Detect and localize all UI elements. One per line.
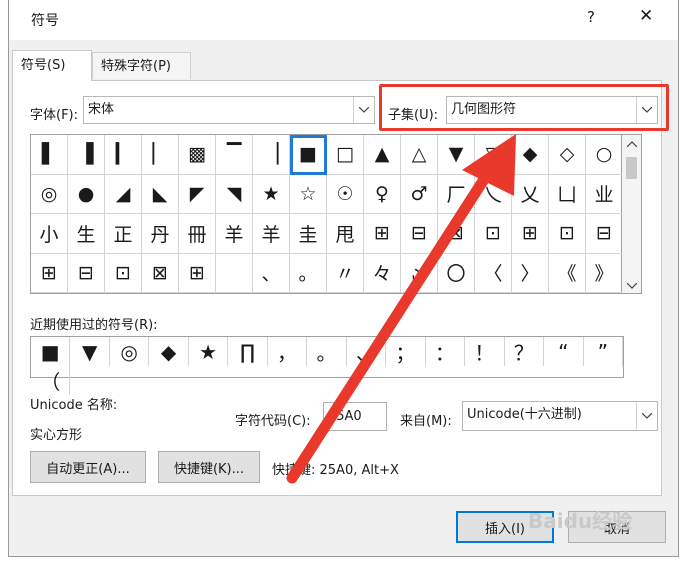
baidu-watermark: Baidu经验: [528, 509, 633, 533]
tab-symbols[interactable]: 符号(S): [12, 50, 92, 81]
red-arrow-annotation: [286, 134, 516, 484]
